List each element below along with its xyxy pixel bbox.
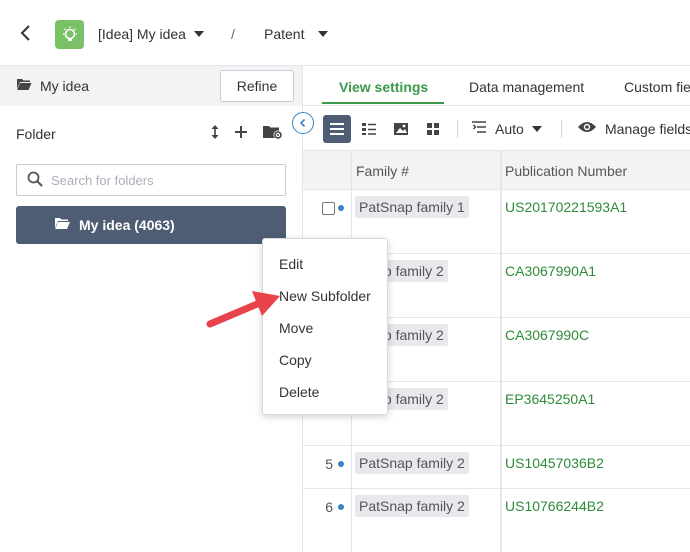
tab-view-settings[interactable]: View settings <box>339 79 428 95</box>
menu-item-new-subfolder[interactable]: New Subfolder <box>279 288 371 304</box>
back-icon[interactable] <box>14 22 36 44</box>
folder-open-icon <box>54 217 71 233</box>
search-icon <box>27 171 43 190</box>
publication-number[interactable]: US10457036B2 <box>505 455 604 471</box>
publication-number[interactable]: US20170221593A1 <box>505 199 627 215</box>
column-header-family[interactable]: Family # <box>356 163 409 179</box>
table-row[interactable]: 5 PatSnap family 2 US10457036B2 <box>303 446 690 489</box>
menu-item-move[interactable]: Move <box>279 320 313 336</box>
family-chip: PatSnap family 2 <box>355 452 469 474</box>
folder-search <box>16 164 286 196</box>
refine-button[interactable]: Refine <box>220 70 294 102</box>
publication-number[interactable]: CA3067990C <box>505 327 589 343</box>
row-number: 6 <box>321 499 333 515</box>
section-dropdown[interactable]: Patent <box>264 26 328 42</box>
row-height-label: Auto <box>495 121 524 137</box>
section-label: Patent <box>264 26 304 42</box>
folder-tools <box>210 124 284 143</box>
folder-search-input[interactable] <box>51 173 271 188</box>
toolbar-divider <box>457 120 458 138</box>
folder-item-label: My idea (4063) <box>79 217 175 233</box>
row-height-icon <box>471 120 487 137</box>
chevron-down-icon <box>318 31 328 37</box>
publication-number[interactable]: CA3067990A1 <box>505 263 596 279</box>
menu-item-edit[interactable]: Edit <box>279 256 303 272</box>
panel-title: My idea <box>16 78 89 94</box>
view-toolbar: Auto Manage fields <box>303 106 690 150</box>
family-chip: PatSnap family 1 <box>355 196 469 218</box>
folder-item-my-idea[interactable]: My idea (4063) <box>16 206 286 244</box>
row-checkbox[interactable] <box>322 202 335 215</box>
list-view-icon[interactable] <box>323 115 351 143</box>
column-header-publication[interactable]: Publication Number <box>505 163 627 179</box>
active-tab-indicator <box>322 102 444 104</box>
tab-data-management[interactable]: Data management <box>469 79 584 95</box>
image-view-icon[interactable] <box>387 115 415 143</box>
row-number: 5 <box>321 456 333 472</box>
menu-item-delete[interactable]: Delete <box>279 384 319 400</box>
folder-open-icon <box>16 78 32 94</box>
annotation-arrow-icon <box>204 286 284 332</box>
table-row[interactable]: 6 PatSnap family 2 US10766244B2 <box>303 489 690 552</box>
tab-custom-fields[interactable]: Custom fie <box>624 79 690 95</box>
manage-fields-button[interactable]: Manage fields <box>577 120 690 137</box>
row-height-dropdown[interactable]: Auto <box>471 120 542 137</box>
folder-panel-header: My idea Refine <box>0 66 302 106</box>
column-resize-handle[interactable] <box>500 150 502 552</box>
sort-icon[interactable] <box>210 124 220 143</box>
panel-title-label: My idea <box>40 78 89 94</box>
row-status-dot <box>338 205 344 211</box>
publication-number[interactable]: EP3645250A1 <box>505 391 595 407</box>
view-tabs: View settings Data management Custom fie <box>303 66 690 106</box>
toolbar-divider <box>561 120 562 138</box>
breadcrumb-separator: / <box>231 26 235 42</box>
publication-number[interactable]: US10766244B2 <box>505 498 604 514</box>
lightbulb-icon <box>55 20 84 49</box>
manage-fields-label: Manage fields <box>605 121 690 137</box>
eye-icon <box>577 120 597 137</box>
family-chip: PatSnap family 2 <box>355 495 469 517</box>
chevron-left-icon <box>298 118 308 128</box>
workspace-label: [Idea] My idea <box>98 26 186 42</box>
workspace-dropdown[interactable]: [Idea] My idea <box>98 26 204 42</box>
top-bar: [Idea] My idea / Patent <box>0 0 690 66</box>
detail-view-icon[interactable] <box>355 115 383 143</box>
folder-heading: Folder <box>16 126 56 142</box>
grid-header: Family # Publication Number <box>303 150 690 190</box>
grid-view-icon[interactable] <box>419 115 447 143</box>
chevron-down-icon <box>532 126 542 132</box>
add-icon[interactable] <box>234 125 248 142</box>
chevron-down-icon <box>194 31 204 37</box>
menu-item-copy[interactable]: Copy <box>279 352 312 368</box>
row-status-dot <box>338 461 344 467</box>
row-status-dot <box>338 504 344 510</box>
folder-settings-icon[interactable] <box>262 124 284 143</box>
collapse-panel-button[interactable] <box>292 112 314 134</box>
